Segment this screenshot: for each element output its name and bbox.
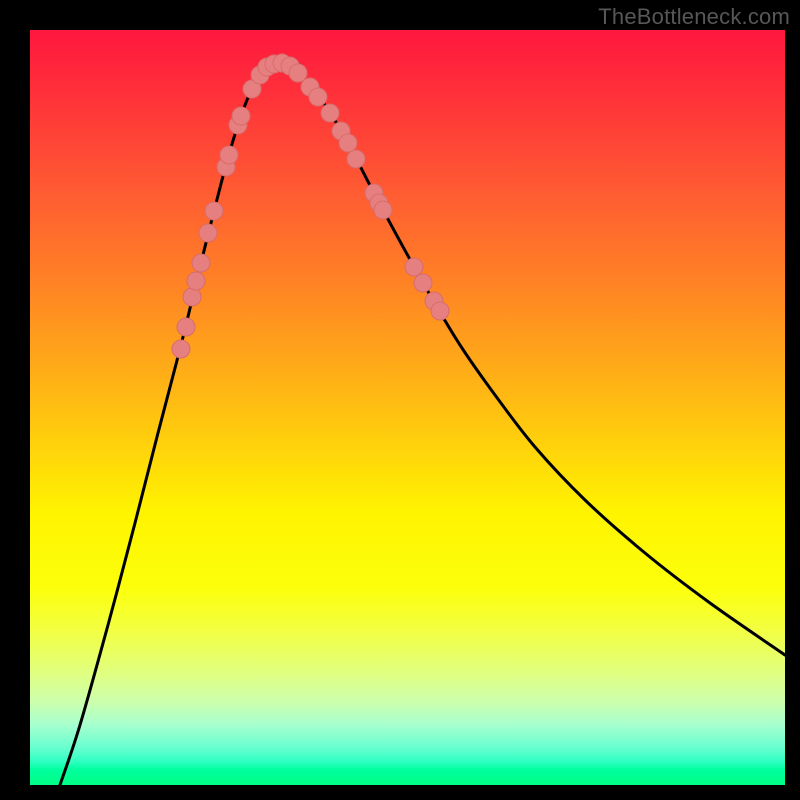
- plot-area: [30, 30, 785, 785]
- marker-dot: [172, 340, 190, 358]
- marker-dot: [431, 302, 449, 320]
- curve-svg: [30, 30, 785, 785]
- marker-dot: [289, 64, 307, 82]
- chart-frame: TheBottleneck.com: [0, 0, 800, 800]
- marker-dot: [187, 272, 205, 290]
- bottleneck-curve: [60, 64, 785, 785]
- marker-dot: [177, 318, 195, 336]
- marker-dot: [220, 146, 238, 164]
- marker-dot: [205, 202, 223, 220]
- marker-dot: [309, 88, 327, 106]
- marker-dot: [232, 107, 250, 125]
- marker-dot: [192, 254, 210, 272]
- marker-dot: [414, 274, 432, 292]
- marker-dot: [321, 104, 339, 122]
- marker-dot: [183, 288, 201, 306]
- marker-group: [172, 54, 449, 358]
- marker-dot: [405, 258, 423, 276]
- marker-dot: [374, 201, 392, 219]
- marker-dot: [199, 224, 217, 242]
- marker-dot: [339, 134, 357, 152]
- marker-dot: [347, 150, 365, 168]
- watermark-text: TheBottleneck.com: [598, 4, 790, 30]
